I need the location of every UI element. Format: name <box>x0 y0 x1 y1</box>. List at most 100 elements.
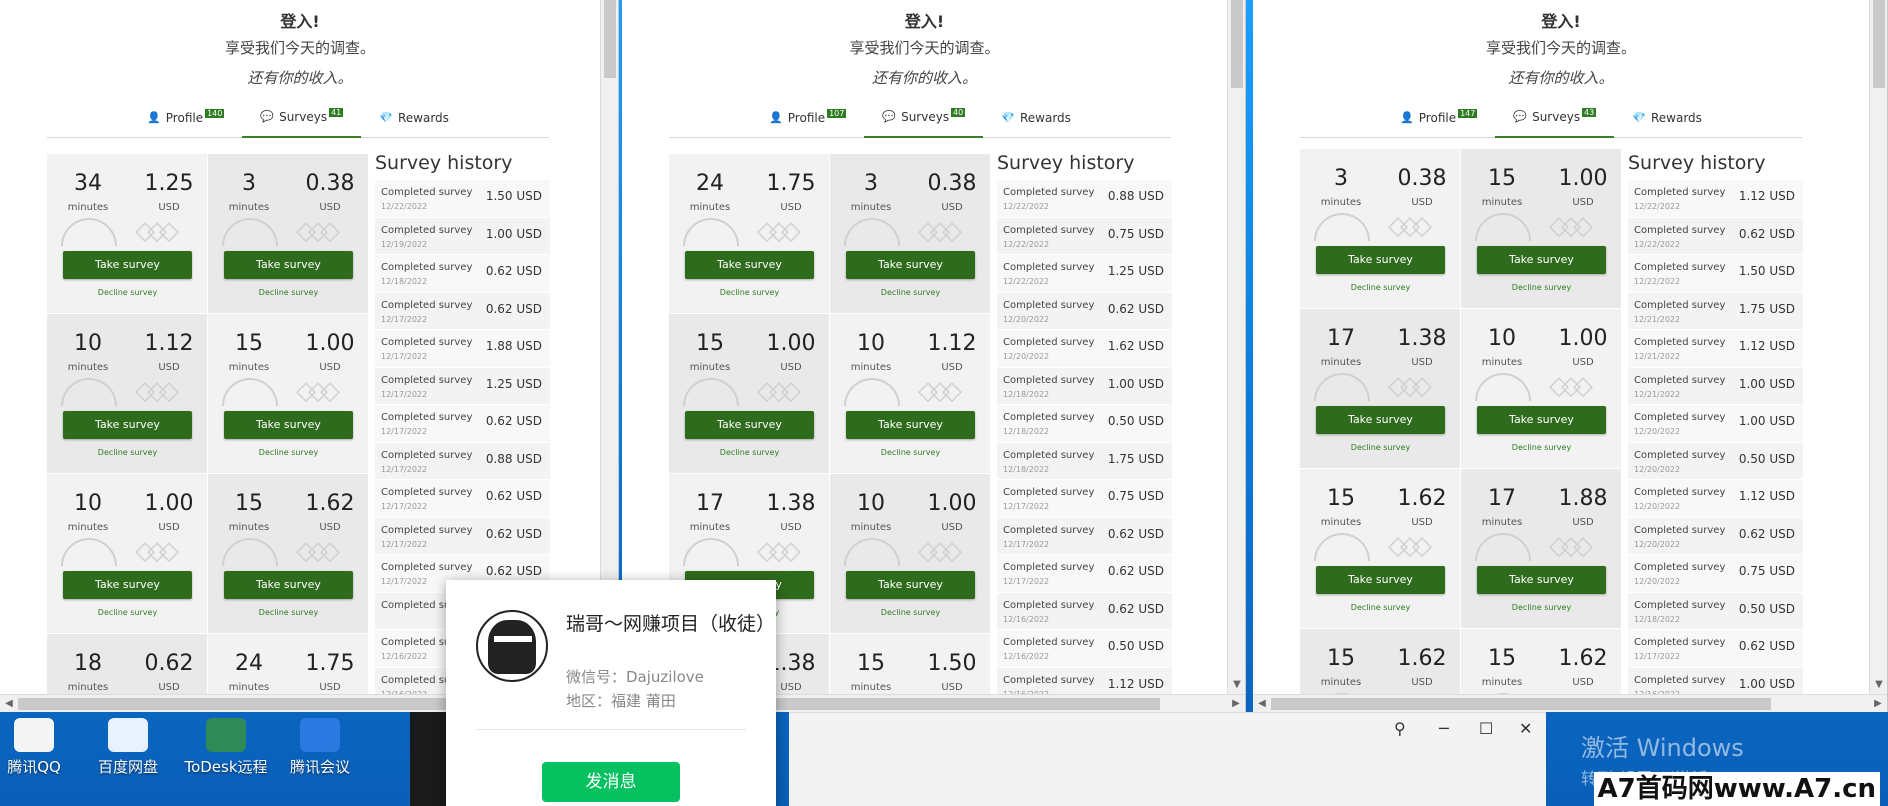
take-survey-button[interactable]: Take survey <box>224 571 353 599</box>
history-date: 12/16/2022 <box>1003 614 1050 624</box>
take-survey-button[interactable]: Take survey <box>1316 566 1445 594</box>
tab-profile[interactable]: 👤 Profile 140 <box>129 98 242 138</box>
history-status: Completed survey <box>1634 299 1726 311</box>
tab-rewards[interactable]: 💎 Rewards <box>361 98 467 138</box>
tab-surveys[interactable]: 💬 Surveys 43 <box>1495 98 1615 138</box>
scrollbar-thumb[interactable] <box>1873 0 1885 88</box>
decline-survey-link[interactable]: Decline survey <box>63 608 192 617</box>
history-row: Completed survey 12/18/2022 0.50 USD <box>997 405 1172 443</box>
minimize-icon[interactable]: ─ <box>1439 719 1449 738</box>
take-survey-button[interactable]: Take survey <box>1477 246 1606 274</box>
survey-minutes: 15 <box>1327 486 1355 511</box>
usd-label: USD <box>1411 357 1433 368</box>
history-row: Completed survey 12/22/2022 0.88 USD <box>997 180 1172 218</box>
take-survey-button[interactable]: Take survey <box>63 251 192 279</box>
history-date: 12/17/2022 <box>381 502 428 511</box>
decline-survey-link[interactable]: Decline survey <box>63 448 192 457</box>
take-survey-button[interactable]: Take survey <box>1477 406 1606 434</box>
user-icon: 👤 <box>769 111 783 124</box>
tab-surveys[interactable]: 💬 Surveys 41 <box>242 98 362 138</box>
take-survey-button[interactable]: Take survey <box>1316 246 1445 274</box>
take-survey-button[interactable]: Take survey <box>63 411 192 439</box>
history-amount: 0.50 USD <box>1107 639 1164 653</box>
decline-survey-link[interactable]: Decline survey <box>1477 443 1606 452</box>
decline-survey-link[interactable]: Decline survey <box>224 448 353 457</box>
clock-gauge-icon <box>222 538 278 566</box>
decline-survey-link[interactable]: Decline survey <box>1316 603 1445 612</box>
tagline-1: 享受我们今天的调查。 <box>1485 39 1636 57</box>
clock-gauge-icon <box>683 538 739 566</box>
decline-survey-link[interactable]: Decline survey <box>1316 443 1445 452</box>
send-message-button[interactable]: 发消息 <box>542 762 680 802</box>
history-status: Completed survey <box>1634 674 1726 686</box>
decline-survey-link[interactable]: Decline survey <box>63 288 192 297</box>
tab-count-badge: 43 <box>1582 107 1597 117</box>
scrollbar-thumb[interactable] <box>1231 0 1243 88</box>
scrollbar-thumb[interactable] <box>604 0 616 78</box>
decline-survey-link[interactable]: Decline survey <box>224 288 353 297</box>
take-survey-button[interactable]: Take survey <box>846 251 975 279</box>
desktop-icon-qq[interactable]: 腾讯QQ <box>0 718 74 777</box>
browser-window-3[interactable]: 登入! 享受我们今天的调查。 还有你的收入。 👤 Profile 147 💬 Surveys 4… <box>1253 0 1888 712</box>
chat-icon: 💬 <box>260 110 275 123</box>
pin-icon[interactable]: ⚲ <box>1394 719 1406 738</box>
decline-survey-link[interactable]: Decline survey <box>846 608 975 617</box>
scroll-down-arrow-icon[interactable]: ▼ <box>1870 676 1887 694</box>
decline-survey-link[interactable]: Decline survey <box>1477 283 1606 292</box>
horizontal-scrollbar[interactable]: ◀▶ <box>1253 694 1887 712</box>
decline-survey-link[interactable]: Decline survey <box>685 448 814 457</box>
take-survey-button[interactable]: Take survey <box>1316 406 1445 434</box>
tab-profile[interactable]: 👤 Profile 107 <box>751 98 864 138</box>
tab-profile[interactable]: 👤 Profile 147 <box>1382 98 1495 138</box>
survey-minutes: 18 <box>74 651 102 676</box>
tab-surveys[interactable]: 💬 Surveys 40 <box>864 98 984 138</box>
scroll-down-arrow-icon[interactable]: ▼ <box>1228 676 1245 694</box>
take-survey-button[interactable]: Take survey <box>63 571 192 599</box>
decline-survey-link[interactable]: Decline survey <box>685 288 814 297</box>
tab-label: Surveys <box>279 110 328 124</box>
survey-card: 10 1.00 minutes USD ◇◇◇ Take survey Decline su… <box>830 474 991 634</box>
scrollbar-thumb[interactable] <box>1271 698 1771 710</box>
take-survey-button[interactable]: Take survey <box>846 411 975 439</box>
take-survey-button[interactable]: Take survey <box>846 571 975 599</box>
underlying-window-titlebar[interactable]: ⚲ ─ ☐ ✕ <box>789 712 1546 806</box>
history-status: Completed survey <box>381 524 473 536</box>
take-survey-button[interactable]: Take survey <box>1477 566 1606 594</box>
desktop-icon-tencent-meeting[interactable]: 腾讯会议 <box>280 718 360 777</box>
decline-survey-link[interactable]: Decline survey <box>846 288 975 297</box>
history-date: 12/20/2022 <box>1634 577 1681 586</box>
vertical-scrollbar[interactable]: ▼ <box>1227 0 1245 694</box>
tab-rewards[interactable]: 💎 Rewards <box>1614 98 1720 138</box>
scroll-right-arrow-icon[interactable]: ▶ <box>1869 695 1887 712</box>
take-survey-button[interactable]: Take survey <box>224 251 353 279</box>
qq-icon <box>14 718 54 752</box>
gem-icon: ◇◇◇ <box>757 536 801 566</box>
tab-rewards[interactable]: 💎 Rewards <box>983 98 1089 138</box>
desktop-icon-label: 腾讯QQ <box>7 758 61 776</box>
history-amount: 1.12 USD <box>1738 339 1795 353</box>
close-icon[interactable]: ✕ <box>1519 719 1532 738</box>
decline-survey-link[interactable]: Decline survey <box>224 608 353 617</box>
scroll-left-arrow-icon[interactable]: ◀ <box>1253 695 1271 712</box>
take-survey-button[interactable]: Take survey <box>685 251 814 279</box>
history-list: Completed survey 12/22/2022 0.88 USD Comple… <box>997 180 1172 694</box>
decline-survey-link[interactable]: Decline survey <box>1477 603 1606 612</box>
decline-survey-link[interactable]: Decline survey <box>846 448 975 457</box>
take-survey-button[interactable]: Take survey <box>685 411 814 439</box>
survey-history: Survey history Completed survey 12/22/2022… <box>1628 150 1803 694</box>
history-row: Completed survey 12/21/2022 1.75 USD <box>1628 292 1803 330</box>
history-status: Completed survey <box>381 262 473 273</box>
contact-region: 地区：福建 莆田 <box>566 692 676 710</box>
desktop-icon-todesk[interactable]: ToDesk远程 <box>178 718 274 777</box>
decline-survey-link[interactable]: Decline survey <box>1316 283 1445 292</box>
survey-minutes: 3 <box>242 171 256 196</box>
desktop-icon-baidu-netdisk[interactable]: 百度网盘 <box>88 718 168 777</box>
take-survey-button[interactable]: Take survey <box>224 411 353 439</box>
scroll-right-arrow-icon[interactable]: ▶ <box>1227 695 1245 712</box>
maximize-icon[interactable]: ☐ <box>1479 719 1493 738</box>
scroll-left-arrow-icon[interactable]: ◀ <box>0 695 18 712</box>
vertical-scrollbar[interactable]: ▼ <box>1869 0 1887 694</box>
avatar-figure <box>488 620 536 674</box>
tab-count-badge: 147 <box>1458 108 1478 118</box>
user-icon: 👤 <box>147 111 161 124</box>
